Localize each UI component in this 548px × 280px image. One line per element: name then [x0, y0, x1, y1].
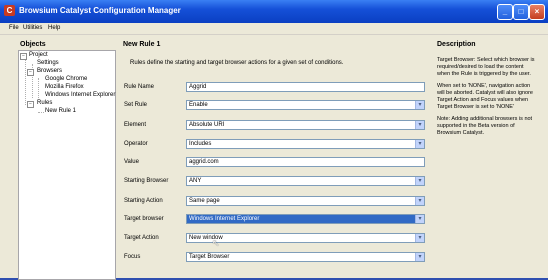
chevron-down-icon[interactable]: ▾ — [415, 101, 424, 109]
window-title: Browsium Catalyst Configuration Manager — [19, 6, 181, 15]
title-bar[interactable]: C Browsium Catalyst Configuration Manage… — [0, 0, 548, 23]
starting-action-select[interactable]: Same page ▾ — [186, 196, 425, 206]
element-select[interactable]: Absolute URI ▾ — [186, 120, 425, 130]
starting-action-value: Same page — [189, 198, 220, 204]
value-input[interactable]: aggrid.com — [186, 157, 425, 167]
tree-node-settings[interactable]: Settings — [37, 60, 59, 66]
target-browser-label: Target browser — [124, 216, 164, 222]
tree-node-rules[interactable]: Rules — [37, 100, 52, 106]
target-action-select[interactable]: New window ▾ — [186, 233, 425, 243]
object-tree: − Project Settings − Browsers Google Chr… — [18, 50, 116, 280]
tree-node-mozilla-firefox[interactable]: Mozilla Firefox — [45, 84, 84, 90]
app-window: C Browsium Catalyst Configuration Manage… — [0, 0, 548, 280]
rule-name-label: Rule Name — [124, 84, 155, 90]
chevron-down-icon[interactable]: ▾ — [415, 253, 424, 261]
tree-node-new-rule-1[interactable]: New Rule 1 — [45, 108, 76, 114]
element-label: Element — [124, 122, 147, 128]
menu-bar: File Utilities Help — [0, 23, 548, 35]
app-icon: C — [4, 5, 15, 16]
value-label: Value — [124, 159, 139, 165]
chevron-down-icon[interactable]: ▾ — [415, 121, 424, 129]
target-action-label: Target Action — [124, 235, 159, 241]
menu-utilities[interactable]: Utilities — [23, 25, 42, 31]
objects-heading: Objects — [20, 41, 46, 48]
rule-editor: Rules define the starting and target bro… — [118, 50, 428, 278]
set-rule-select[interactable]: Enable ▾ — [186, 100, 425, 110]
chevron-down-icon[interactable]: ▾ — [415, 215, 424, 223]
tree-node-google-chrome[interactable]: Google Chrome — [45, 76, 87, 82]
chevron-down-icon[interactable]: ▾ — [415, 177, 424, 185]
rule-intro: Rules define the starting and target bro… — [130, 60, 344, 66]
close-button[interactable]: × — [529, 4, 545, 20]
description-paragraph: Note: Adding additional browsers is not … — [437, 116, 533, 136]
focus-value: Target Browser — [189, 254, 230, 260]
tree-node-browsers[interactable]: Browsers — [37, 68, 62, 74]
chevron-down-icon[interactable]: ▾ — [415, 197, 424, 205]
focus-select[interactable]: Target Browser ▾ — [186, 252, 425, 262]
starting-browser-value: ANY — [189, 178, 202, 184]
starting-browser-label: Starting Browser — [124, 178, 169, 184]
description-panel: Target Browser: Select which browser is … — [437, 57, 537, 142]
chevron-down-icon[interactable]: ▾ — [415, 140, 424, 148]
mouse-cursor-icon: ↖ — [212, 238, 220, 248]
operator-select[interactable]: Includes ▾ — [186, 139, 425, 149]
maximize-button[interactable]: □ — [513, 4, 529, 20]
chevron-down-icon[interactable]: ▾ — [415, 234, 424, 242]
tree-toggle-rules[interactable]: − — [27, 101, 34, 108]
element-value: Absolute URI — [189, 122, 225, 128]
set-rule-label: Set Rule — [124, 102, 148, 108]
description-paragraph: Target Browser: Select which browser is … — [437, 57, 535, 77]
tree-toggle-project[interactable]: − — [20, 53, 27, 60]
tree-node-windows-internet-explorer[interactable]: Windows Internet Explorer — [45, 92, 115, 98]
minimize-button[interactable]: _ — [497, 4, 513, 20]
starting-action-label: Starting Action — [124, 198, 163, 204]
rule-name-input[interactable]: Aggrid — [186, 82, 425, 92]
menu-help[interactable]: Help — [48, 25, 60, 31]
starting-browser-select[interactable]: ANY ▾ — [186, 176, 425, 186]
operator-value: Includes — [189, 141, 212, 147]
value-value: aggrid.com — [189, 159, 219, 165]
operator-label: Operator — [124, 141, 148, 147]
description-paragraph: When set to 'NONE', navigation action wi… — [437, 83, 533, 110]
rule-name-value: Aggrid — [189, 84, 207, 90]
tree-toggle-browsers[interactable]: − — [27, 69, 34, 76]
focus-label: Focus — [124, 254, 141, 260]
target-browser-value: Windows Internet Explorer — [189, 216, 260, 222]
menu-file[interactable]: File — [9, 25, 19, 31]
rule-heading: New Rule 1 — [123, 41, 161, 48]
set-rule-value: Enable — [189, 102, 208, 108]
target-browser-select[interactable]: Windows Internet Explorer ▾ — [186, 214, 425, 224]
description-heading: Description — [437, 41, 476, 48]
tree-node-project[interactable]: Project — [29, 52, 48, 58]
